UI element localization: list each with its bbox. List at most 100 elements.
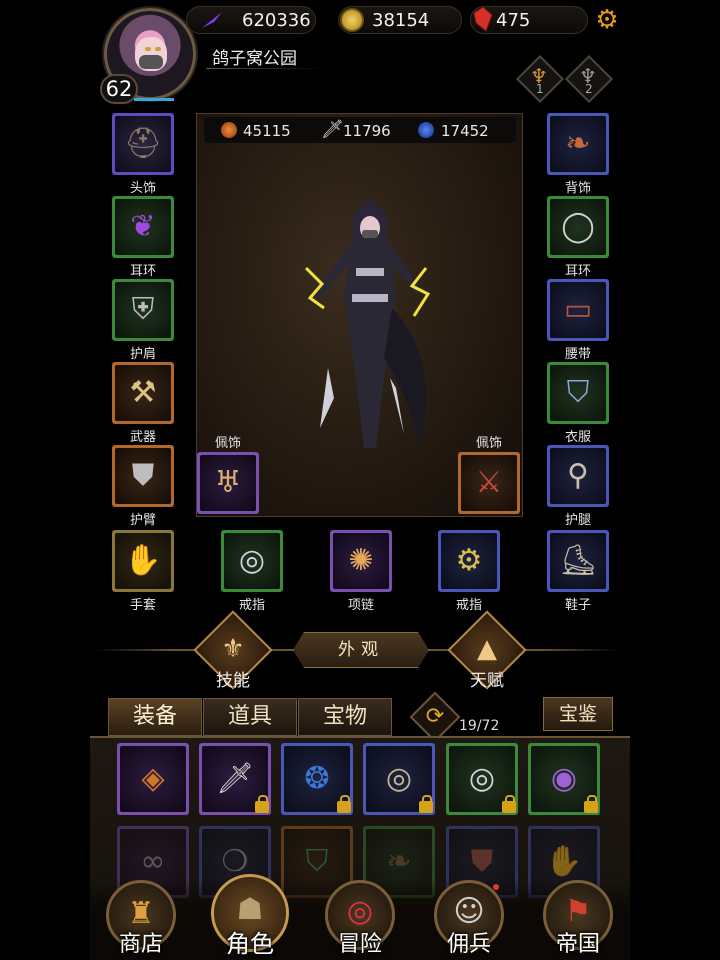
accessory-right-label: 佩饰	[475, 436, 502, 451]
slot-necklace[interactable]: ✺	[330, 530, 392, 592]
bronze-ring-icon: ◎	[385, 761, 413, 796]
orange-orb-icon	[221, 122, 237, 138]
mercenary-icon: ☺	[453, 894, 485, 929]
accessory-slot-left[interactable]: ♅	[197, 452, 259, 514]
tab-items[interactable]: 道具	[203, 698, 297, 736]
chainmail-icon: ⛉	[566, 375, 590, 410]
pendant-icon: ♅	[214, 465, 242, 500]
accessory-slot-right[interactable]: ⚔	[458, 452, 520, 514]
skill-label: 技能	[216, 671, 250, 691]
leg-armor-icon: ⚲	[567, 458, 589, 493]
bracer-icon: ⛊	[131, 458, 155, 493]
tab-treasure[interactable]: 宝物	[298, 698, 392, 736]
slot-weapon-label: 武器	[129, 430, 156, 445]
slot-bracer-label: 护臂	[129, 513, 156, 528]
lock-icon	[502, 795, 516, 813]
slot-clothes[interactable]: ⛉	[547, 362, 609, 424]
appearance-button[interactable]: 外观	[293, 632, 429, 668]
slot-back[interactable]: ❧	[547, 113, 609, 175]
hero-character[interactable]	[300, 198, 440, 478]
slot-gloves[interactable]: ✋	[112, 530, 174, 592]
lock-icon	[337, 795, 351, 813]
signet-ring-icon: ⚙	[455, 543, 483, 578]
inventory-item[interactable]: ◎	[446, 743, 518, 815]
slot-necklace-label: 项链	[347, 598, 374, 613]
slot-headwear-label: 头饰	[129, 181, 156, 196]
chain-icon: ∞	[140, 844, 166, 879]
location-divider	[206, 68, 326, 69]
player-level: 62	[100, 74, 138, 104]
slot-ring-right[interactable]: ⚙	[438, 530, 500, 592]
refresh-icon: ⟳	[425, 704, 445, 729]
glove-icon: ✋	[124, 543, 162, 578]
necklace-icon: ✺	[348, 543, 374, 578]
notification-dot	[493, 884, 499, 890]
nav-adventure-label: 冒险	[337, 932, 382, 957]
gem-value: 475	[496, 10, 531, 31]
amulet-icon: ◈	[141, 761, 165, 796]
exp-bar	[134, 98, 174, 101]
ring-earring-icon: ◯	[561, 209, 595, 244]
hood-icon: ⛑	[123, 126, 163, 161]
rank-1-number: 1	[536, 82, 544, 96]
slot-ring-right-label: 戒指	[455, 598, 482, 613]
gauntlet-icon: ✋	[545, 844, 583, 879]
slot-earring-left[interactable]: ❦	[112, 196, 174, 258]
power-value: 620336	[242, 10, 311, 31]
lock-icon	[584, 795, 598, 813]
nav-empire-label: 帝国	[555, 932, 600, 957]
cloak-icon: ❧	[386, 844, 412, 879]
silver-ring-icon: ◎	[468, 761, 496, 796]
slot-belt[interactable]: ▭	[547, 279, 609, 341]
accessory-left-label: 佩饰	[214, 436, 241, 451]
slot-headwear[interactable]: ⛑	[112, 113, 174, 175]
guide-button[interactable]: 宝鉴	[543, 697, 613, 731]
rank-2-number: 2	[585, 82, 593, 96]
inventory-item[interactable]: ◈	[117, 743, 189, 815]
nav-character-label: 角色	[226, 930, 274, 958]
slot-back-label: 背饰	[564, 181, 591, 196]
slot-boots[interactable]: ⛸	[547, 530, 609, 592]
axe-icon: ⚒	[129, 375, 157, 410]
sword-icon: 🗡	[321, 119, 344, 140]
green-armor-icon: ⛉	[305, 844, 329, 879]
slot-earring-left-label: 耳环	[129, 264, 156, 279]
dagger-icon: 🗡	[215, 761, 255, 796]
portal-icon: ◎	[346, 894, 374, 929]
talent-icon: ▲	[477, 634, 497, 664]
slot-ring-left[interactable]: ◎	[221, 530, 283, 592]
tab-equipment[interactable]: 装备	[108, 698, 202, 736]
blue-pendant-icon: ❂	[304, 761, 330, 796]
banner-icon: ⚑	[564, 894, 592, 929]
purple-blade-icon	[202, 12, 222, 28]
lock-icon	[419, 795, 433, 813]
nav-shop-label: 商店	[118, 932, 163, 957]
inventory-item[interactable]: ◎	[363, 743, 435, 815]
avatar-mask	[139, 55, 163, 69]
slot-earring-right[interactable]: ◯	[547, 196, 609, 258]
red-crystal-icon[interactable]	[472, 6, 494, 32]
stat-magic-value: 17452	[441, 122, 489, 140]
slot-bracer[interactable]: ⛊	[112, 445, 174, 507]
gear-icon[interactable]: ⚙	[594, 7, 620, 33]
slot-shoulder-label: 护肩	[129, 347, 156, 362]
slot-leg-label: 护腿	[564, 513, 591, 528]
slot-clothes-label: 衣服	[564, 430, 591, 445]
inventory-item[interactable]: 🗡	[199, 743, 271, 815]
ribbon-earring-icon: ❦	[130, 209, 156, 244]
slot-boots-label: 鞋子	[564, 598, 591, 613]
slot-belt-label: 腰带	[564, 347, 591, 362]
slot-weapon[interactable]: ⚒	[112, 362, 174, 424]
inventory-item[interactable]: ❂	[281, 743, 353, 815]
stat-attack-value: 45115	[243, 122, 291, 140]
ring-icon: ◎	[238, 543, 266, 578]
avatar-eye	[145, 47, 151, 51]
inventory-item[interactable]: ◉	[528, 743, 600, 815]
talent-label: 天赋	[470, 671, 504, 691]
crossed-swords-medal-icon: ⚔	[475, 465, 503, 500]
slot-shoulder[interactable]: ⛨	[112, 279, 174, 341]
slot-earring-right-label: 耳环	[564, 264, 591, 279]
location-name: 鸽子窝公园	[212, 49, 297, 69]
slot-leg[interactable]: ⚲	[547, 445, 609, 507]
skill-icon: ⚜	[221, 634, 245, 664]
